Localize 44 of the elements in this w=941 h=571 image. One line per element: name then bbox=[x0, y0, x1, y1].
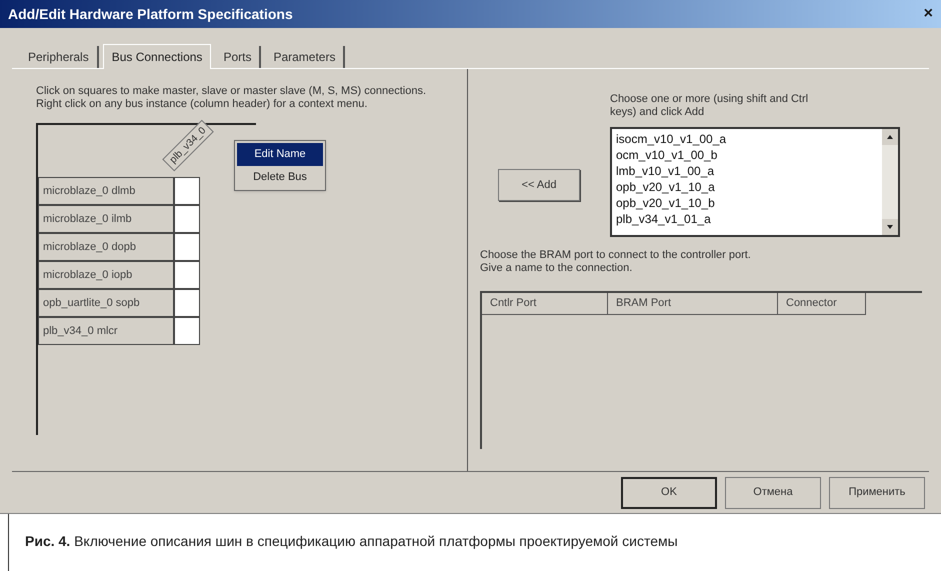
connection-square[interactable] bbox=[174, 205, 200, 233]
connection-square[interactable] bbox=[174, 177, 200, 205]
connection-square[interactable] bbox=[174, 317, 200, 345]
bus-listbox[interactable]: isocm_v10_v1_00_a ocm_v10_v1_00_b lmb_v10_v1_00_a opb_v20_v1_10_a opb_v20_v1_10_b plb_v34_v1_01_a bbox=[610, 127, 900, 237]
scroll-down-icon[interactable] bbox=[882, 219, 898, 235]
instruction-text: Right click on any bus instance (column header) for a context menu. bbox=[36, 98, 368, 111]
row-header: microblaze_0 dopb bbox=[38, 233, 174, 261]
row-header: plb_v34_0 mlcr bbox=[38, 317, 174, 345]
tab[interactable]: Parameters bbox=[265, 46, 346, 68]
tab[interactable]: Ports bbox=[215, 46, 262, 68]
list-item[interactable]: isocm_v10_v1_00_a bbox=[616, 131, 882, 147]
row-header: microblaze_0 dlmb bbox=[38, 177, 174, 205]
hint-text: Choose the BRAM port to connect to the controller port. bbox=[480, 249, 752, 262]
window-title: Add/Edit Hardware Platform Specifications bbox=[8, 4, 293, 24]
column-header[interactable]: BRAM Port bbox=[608, 293, 778, 315]
row-header: opb_uartlite_0 sopb bbox=[38, 289, 174, 317]
dialog-button[interactable]: Применить bbox=[829, 476, 925, 508]
hint-text: Choose one or more (using shift and Ctrl bbox=[610, 93, 810, 106]
tab[interactable]: Bus Connections bbox=[102, 44, 212, 69]
menu-item[interactable]: Edit Name bbox=[237, 143, 323, 166]
row-header: microblaze_0 ilmb bbox=[38, 205, 174, 233]
scroll-bar[interactable] bbox=[882, 129, 898, 235]
connection-square[interactable] bbox=[174, 289, 200, 317]
list-item[interactable]: ocm_v10_v1_00_b bbox=[616, 147, 882, 163]
column-header[interactable]: Cntlr Port bbox=[482, 293, 608, 315]
add-button[interactable]: << Add bbox=[498, 169, 580, 201]
dialog-button[interactable]: Отмена bbox=[725, 476, 821, 508]
list-item[interactable]: plb_v34_v1_01_a bbox=[616, 211, 882, 227]
row-header: microblaze_0 iopb bbox=[38, 261, 174, 289]
tab[interactable]: Peripherals bbox=[20, 46, 99, 68]
connection-square[interactable] bbox=[174, 233, 200, 261]
hint-text: keys) and click Add bbox=[610, 106, 706, 119]
dialog-button[interactable]: OK bbox=[621, 476, 717, 508]
list-item[interactable]: opb_v20_v1_10_b bbox=[616, 195, 882, 211]
list-item[interactable]: lmb_v10_v1_00_a bbox=[616, 163, 882, 179]
connection-square[interactable] bbox=[174, 261, 200, 289]
menu-item[interactable]: Delete Bus bbox=[237, 166, 323, 188]
hint-text: Give a name to the connection. bbox=[480, 262, 634, 275]
column-header[interactable]: Connector bbox=[778, 293, 866, 315]
scroll-up-icon[interactable] bbox=[882, 129, 898, 145]
figure-caption: Рис. 4. Включение описания шин в спецификацию аппаратной платформы проектируемой системы bbox=[25, 533, 678, 549]
close-button[interactable]: × bbox=[924, 6, 933, 22]
instruction-text: Click on squares to make master, slave or master slave (M, S, MS) connections. bbox=[36, 85, 428, 98]
list-item[interactable]: opb_v20_v1_10_a bbox=[616, 179, 882, 195]
